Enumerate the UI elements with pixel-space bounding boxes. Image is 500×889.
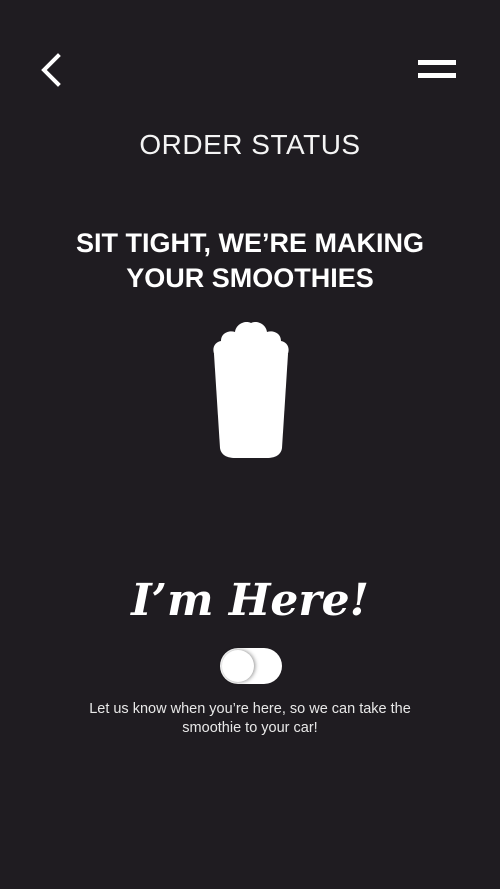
arrival-helper-text: Let us know when you’re here, so we can … — [89, 701, 411, 736]
im-here-toggle[interactable] — [220, 648, 282, 684]
order-status-screen: ORDER STATUS SIT TIGHT, WE’RE MAKING YOU… — [0, 0, 500, 889]
smoothie-cup-icon — [209, 318, 293, 462]
hamburger-menu-icon — [418, 60, 456, 78]
back-button[interactable] — [36, 50, 68, 90]
toggle-knob[interactable] — [222, 650, 254, 682]
chevron-left-icon — [41, 53, 61, 87]
im-here-title: I’m Here! — [131, 575, 369, 626]
page-title: ORDER STATUS — [139, 129, 361, 160]
menu-button[interactable] — [418, 58, 458, 82]
status-headline: SIT TIGHT, WE’RE MAKING YOUR SMOOTHIES — [76, 228, 424, 293]
